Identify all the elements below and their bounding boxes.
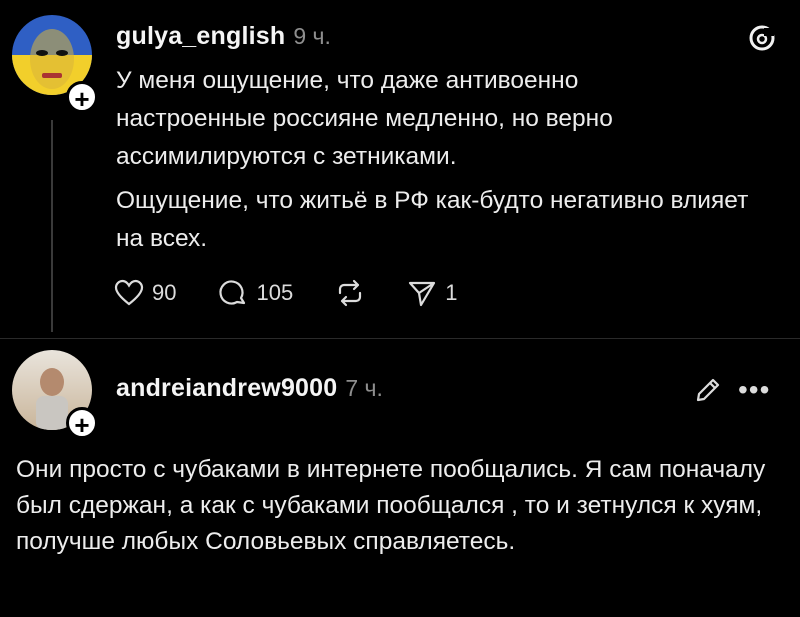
more-icon[interactable]: ••• — [738, 374, 770, 406]
like-button[interactable]: 90 — [114, 278, 176, 308]
reply-count: 105 — [256, 280, 294, 305]
username[interactable]: andreiandrew9000 — [116, 374, 337, 402]
post-paragraph: У меня ощущение, что даже антивоенно нас… — [116, 67, 613, 170]
follow-plus-icon[interactable]: + — [66, 81, 98, 114]
post2-header: andreiandrew9000 7 ч. — [116, 374, 383, 403]
threads-logo-icon[interactable] — [748, 24, 776, 57]
post2-text: Они просто с чубаками в интернете пообща… — [16, 456, 766, 555]
send-icon — [409, 281, 436, 307]
follow-plus-icon[interactable]: + — [66, 407, 98, 440]
repost-icon — [339, 279, 362, 307]
like-count: 90 — [152, 280, 177, 305]
comment-icon — [219, 280, 246, 305]
post1-actions: 90 105 1 — [114, 278, 457, 308]
post-time: 9 ч. — [293, 23, 331, 49]
thread-line — [51, 120, 53, 332]
heart-icon — [114, 279, 144, 306]
share-count: 1 — [445, 280, 458, 305]
divider — [0, 338, 800, 339]
edit-button[interactable] — [694, 376, 722, 409]
repost-button[interactable] — [335, 278, 365, 308]
reply-button[interactable]: 105 — [218, 278, 293, 308]
post1-body: У меня ощущение, что даже антивоенно нас… — [116, 62, 766, 258]
post-time: 7 ч. — [345, 375, 383, 401]
username[interactable]: gulya_english — [116, 22, 285, 50]
post-paragraph: Ощущение, что житьё в РФ как-будто негат… — [116, 187, 749, 252]
pencil-icon — [696, 378, 720, 402]
share-button[interactable]: 1 — [407, 278, 457, 308]
post1-header: gulya_english 9 ч. — [116, 22, 331, 51]
